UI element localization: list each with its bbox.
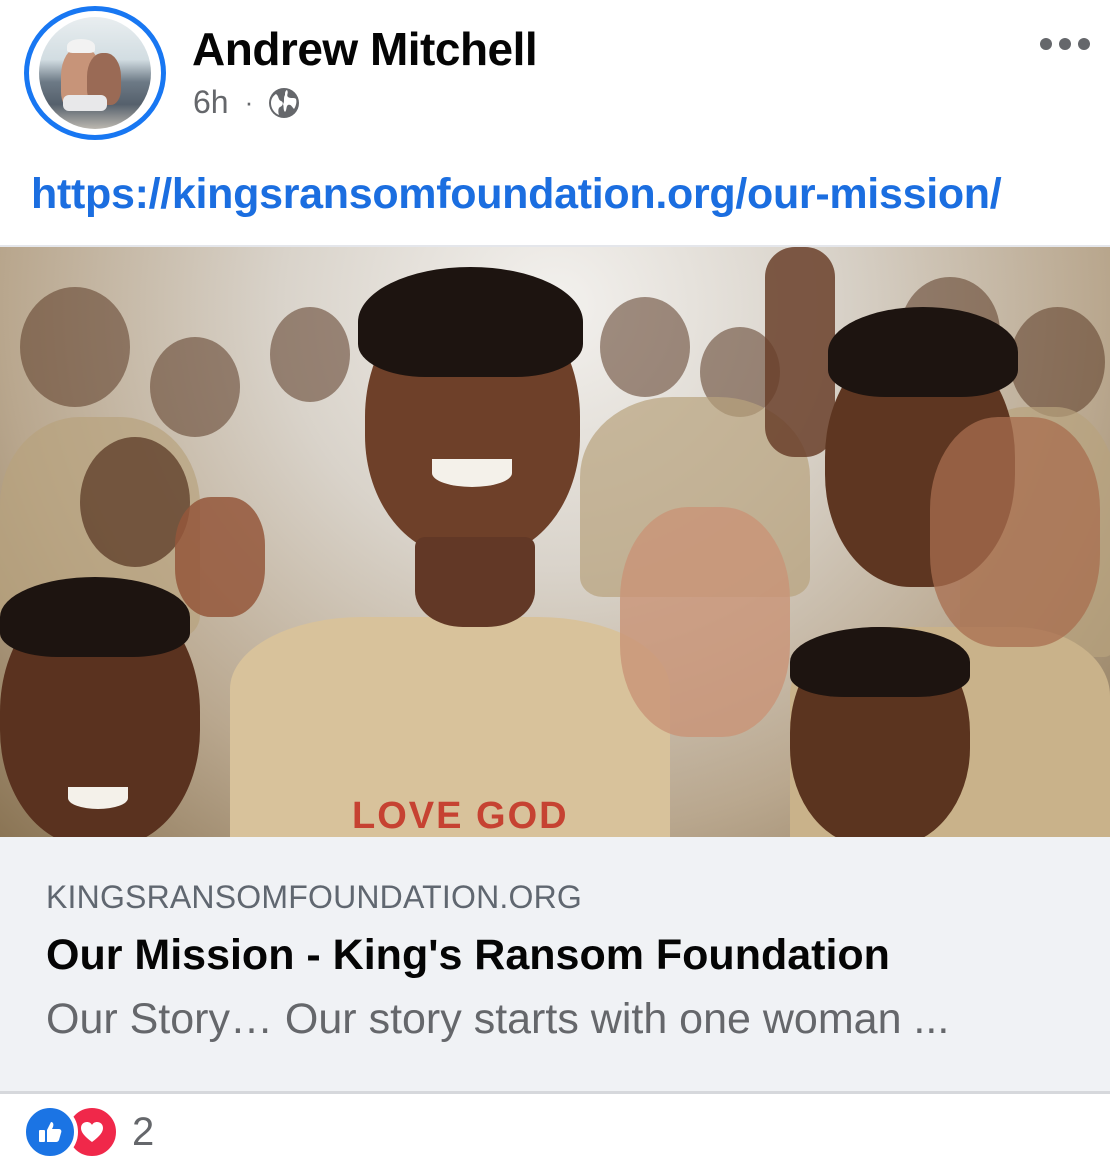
post-time[interactable]: 6h bbox=[193, 84, 229, 121]
link-preview-image[interactable]: LOVE GOD bbox=[0, 245, 1110, 839]
shirt-print: LOVE GOD bbox=[352, 795, 569, 837]
globe-icon bbox=[269, 87, 300, 118]
post-header: Andrew Mitchell 6h · bbox=[0, 0, 1110, 160]
avatar[interactable] bbox=[24, 6, 166, 140]
post-link[interactable]: https://kingsransomfoundation.org/our-mi… bbox=[31, 170, 1002, 219]
meta-separator: · bbox=[244, 87, 254, 117]
reaction-count[interactable]: 2 bbox=[132, 1110, 154, 1155]
author-name[interactable]: Andrew Mitchell bbox=[192, 22, 538, 76]
avatar-photo bbox=[39, 17, 151, 129]
more-options-icon[interactable] bbox=[1040, 30, 1100, 58]
link-domain: KINGSRANSOMFOUNDATION.ORG bbox=[46, 879, 582, 915]
like-icon bbox=[22, 1104, 78, 1160]
reactions-summary[interactable]: 2 bbox=[22, 1104, 154, 1160]
link-title[interactable]: Our Mission - King's Ransom Foundation bbox=[46, 931, 890, 980]
link-preview-card[interactable]: LOVE GOD KINGSRANSOMFOUNDATION.ORG Our M… bbox=[0, 245, 1110, 1094]
link-preview-footer[interactable]: KINGSRANSOMFOUNDATION.ORG Our Mission - … bbox=[0, 837, 1110, 1094]
link-description: Our Story… Our story starts with one wom… bbox=[46, 995, 950, 1043]
post-meta: 6h · bbox=[193, 84, 301, 121]
